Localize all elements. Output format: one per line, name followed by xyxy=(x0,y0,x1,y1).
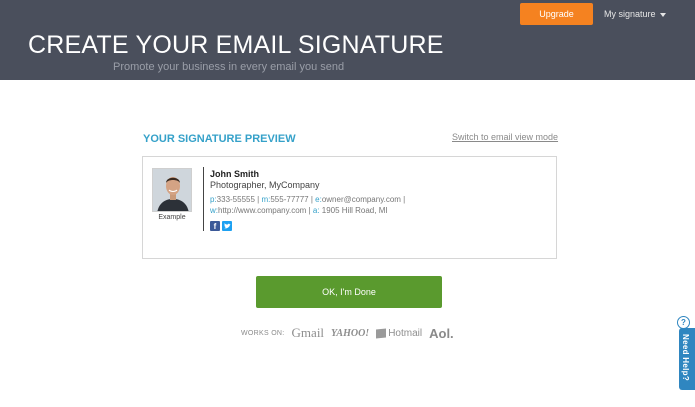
address-value: 1905 Hill Road, MI xyxy=(321,206,388,215)
my-signature-menu[interactable]: My signature xyxy=(604,3,666,25)
hotmail-logo-text: Hotmail xyxy=(388,327,423,339)
aol-logo: Aol. xyxy=(429,325,454,341)
signature-divider xyxy=(203,167,204,231)
email-label: e: xyxy=(315,195,322,204)
gmail-logo: Gmail xyxy=(291,325,325,340)
facebook-icon[interactable]: f xyxy=(210,221,220,231)
switch-view-link[interactable]: Switch to email view mode xyxy=(452,132,558,142)
upgrade-button[interactable]: Upgrade xyxy=(520,3,593,25)
works-on-label: WORKS ON: xyxy=(241,329,285,337)
signature-job-title: Photographer, MyCompany xyxy=(210,180,320,190)
website-value: http://www.company.com xyxy=(218,206,307,215)
website-label: w: xyxy=(210,206,218,215)
signature-web-line: w:http://www.company.com | a: 1905 Hill … xyxy=(210,206,388,215)
social-icons: f xyxy=(210,221,232,231)
email-value: owner@company.com xyxy=(321,195,401,204)
twitter-icon[interactable] xyxy=(222,221,232,231)
signature-preview-box: Example John Smith Photographer, MyCompa… xyxy=(142,156,557,259)
mobile-value: 555-77777 xyxy=(270,195,309,204)
page-subtitle: Promote your business in every email you… xyxy=(113,61,345,73)
done-button[interactable]: OK, I'm Done xyxy=(256,276,442,308)
yahoo-logo: YAHOO! xyxy=(331,327,370,339)
signature-name: John Smith xyxy=(210,169,259,179)
page-title: CREATE YOUR EMAIL SIGNATURE xyxy=(28,31,444,59)
windows-flag-icon xyxy=(376,327,387,339)
works-on-bar: WORKS ON: Gmail YAHOO! Hotmail Aol. xyxy=(241,322,454,344)
preview-heading: YOUR SIGNATURE PREVIEW xyxy=(143,133,296,145)
address-label: a: xyxy=(312,206,320,215)
need-help-tab[interactable]: Need Help? xyxy=(679,328,695,390)
need-help-label: Need Help? xyxy=(681,334,690,382)
profile-photo xyxy=(152,168,192,212)
app-header: Upgrade My signature CREATE YOUR EMAIL S… xyxy=(0,0,695,80)
hotmail-logo: Hotmail xyxy=(376,328,422,339)
signature-contact-line: p:333-55555 | m:555-77777 | e:owner@comp… xyxy=(210,195,406,204)
photo-caption: Example xyxy=(158,214,186,221)
my-signature-label: My signature xyxy=(604,9,656,19)
caret-down-icon xyxy=(659,12,666,17)
phone-value: 333-55555 xyxy=(216,195,255,204)
phone-label: p: xyxy=(210,195,217,204)
